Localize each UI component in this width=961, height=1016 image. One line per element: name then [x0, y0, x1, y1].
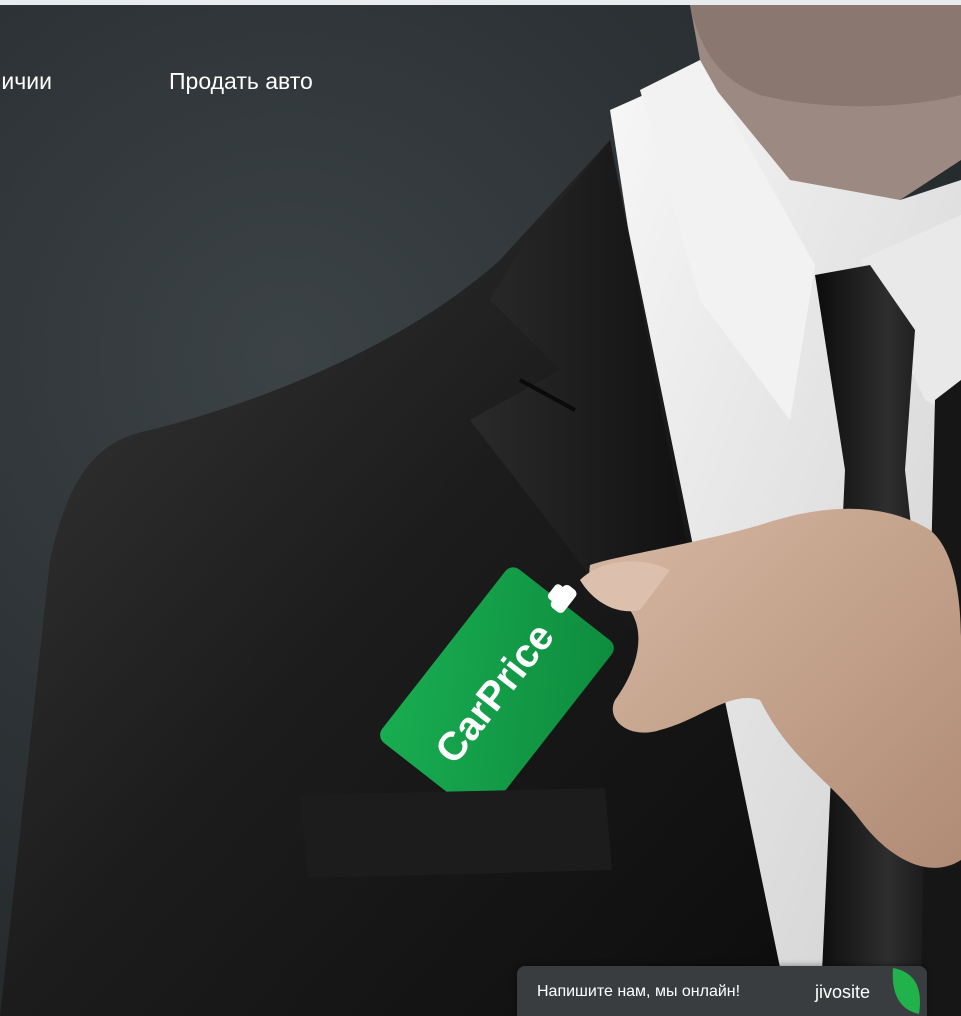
businessman-illustration: CarPrice: [0, 5, 961, 1016]
nav-link-sell-car[interactable]: Продать авто: [169, 66, 313, 96]
top-navigation: личии Продать авто: [0, 66, 520, 96]
chat-brand: jivosite: [815, 982, 871, 1002]
hero-section: CarPrice личии Продать авто Напишите нам…: [0, 0, 961, 1016]
pocket-front: [300, 788, 612, 878]
leaf-icon: [892, 968, 920, 1014]
chat-message[interactable]: Напишите нам, мы онлайн!: [537, 982, 740, 1002]
chat-widget[interactable]: Напишите нам, мы онлайн! jivosite: [517, 966, 927, 1016]
nav-link-in-stock[interactable]: личии: [0, 66, 52, 96]
